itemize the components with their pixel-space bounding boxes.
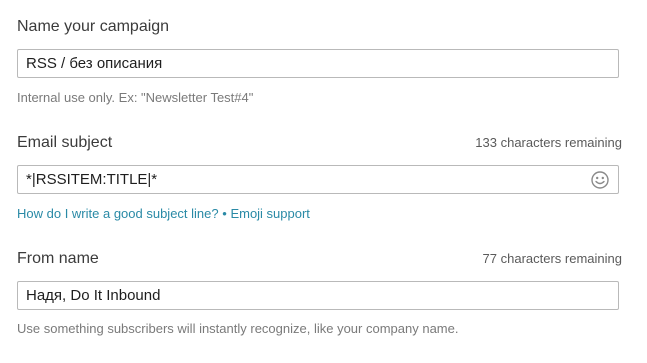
from-name-input[interactable]: Надя, Do It Inbound <box>17 281 619 310</box>
campaign-name-input[interactable]: RSS / без описания <box>17 49 619 78</box>
from-name-counter: 77 characters remaining <box>482 251 622 266</box>
campaign-name-label: Name your campaign <box>17 18 170 35</box>
subject-line-help-link[interactable]: How do I write a good subject line? <box>17 206 219 221</box>
email-subject-input[interactable]: *|RSSITEM:TITLE|* <box>17 165 619 194</box>
email-subject-label: Email subject <box>17 134 113 151</box>
link-separator: • <box>222 206 227 221</box>
from-name-label: From name <box>17 250 99 267</box>
from-name-help: Use something subscribers will instantly… <box>17 321 459 336</box>
emoji-support-link[interactable]: Emoji support <box>230 206 309 221</box>
smiley-face-icon[interactable] <box>591 171 609 189</box>
email-subject-counter: 133 characters remaining <box>475 135 622 150</box>
email-subject-links: How do I write a good subject line? • Em… <box>17 206 310 221</box>
email-subject-value: *|RSSITEM:TITLE|* <box>26 171 158 188</box>
campaign-name-help: Internal use only. Ex: "Newsletter Test#… <box>17 90 254 105</box>
